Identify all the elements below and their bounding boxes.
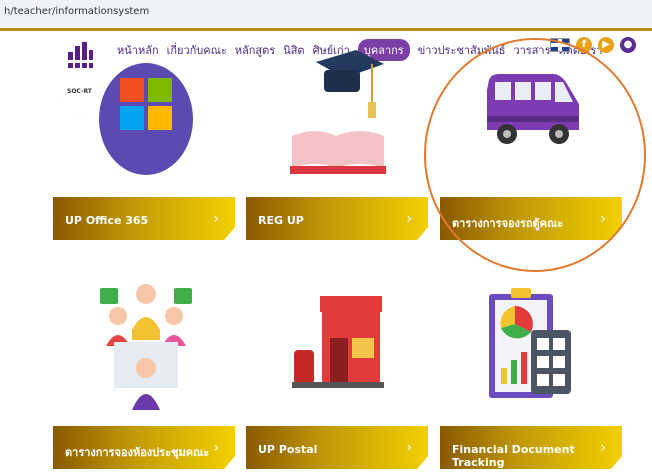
meeting-people-icon bbox=[100, 284, 192, 410]
nav-item-curriculum[interactable]: หลักสูตร bbox=[235, 41, 275, 59]
card-label: UP Office 365 bbox=[65, 214, 149, 227]
card-label: ตารางการจองห้องประชุมคณะ bbox=[65, 446, 210, 459]
highlight-circle bbox=[424, 38, 646, 272]
card-up-postal[interactable]: UP Postal › bbox=[246, 426, 428, 469]
card-label: Financial Document Tracking bbox=[452, 443, 575, 469]
chevron-right-icon: › bbox=[406, 211, 412, 227]
graduation-book-icon bbox=[290, 50, 386, 174]
nav-item-about[interactable]: เกี่ยวกับคณะ bbox=[167, 41, 227, 59]
nav-item-home[interactable]: หน้าหลัก bbox=[117, 41, 159, 59]
browser-address-bar[interactable]: h/teacher/informationsystem bbox=[0, 0, 652, 26]
card-label: REG UP bbox=[258, 214, 304, 227]
chevron-right-icon: › bbox=[213, 211, 219, 227]
chevron-right-icon: › bbox=[406, 440, 412, 456]
card-financial-tracking[interactable]: Financial Document Tracking › bbox=[440, 426, 622, 469]
finance-report-icon bbox=[489, 288, 571, 398]
postal-store-icon bbox=[292, 296, 384, 388]
logo-subtitle: SOC-RT bbox=[67, 88, 92, 95]
chevron-right-icon: › bbox=[600, 440, 606, 456]
card-meeting-room-booking[interactable]: ตารางการจองห้องประชุมคณะ › bbox=[53, 426, 235, 469]
youtube-icon[interactable]: ▶ bbox=[598, 37, 614, 53]
card-reg-up[interactable]: REG UP › bbox=[246, 197, 428, 240]
card-label: UP Postal bbox=[258, 443, 318, 456]
university-icon[interactable]: ● bbox=[620, 37, 636, 53]
url-text: h/teacher/informationsystem bbox=[4, 6, 150, 17]
faculty-logo-icon bbox=[66, 42, 94, 68]
card-office365[interactable]: UP Office 365 › bbox=[53, 197, 235, 240]
chevron-right-icon: › bbox=[213, 440, 219, 456]
office365-icon bbox=[99, 63, 193, 175]
header-divider bbox=[0, 28, 652, 31]
